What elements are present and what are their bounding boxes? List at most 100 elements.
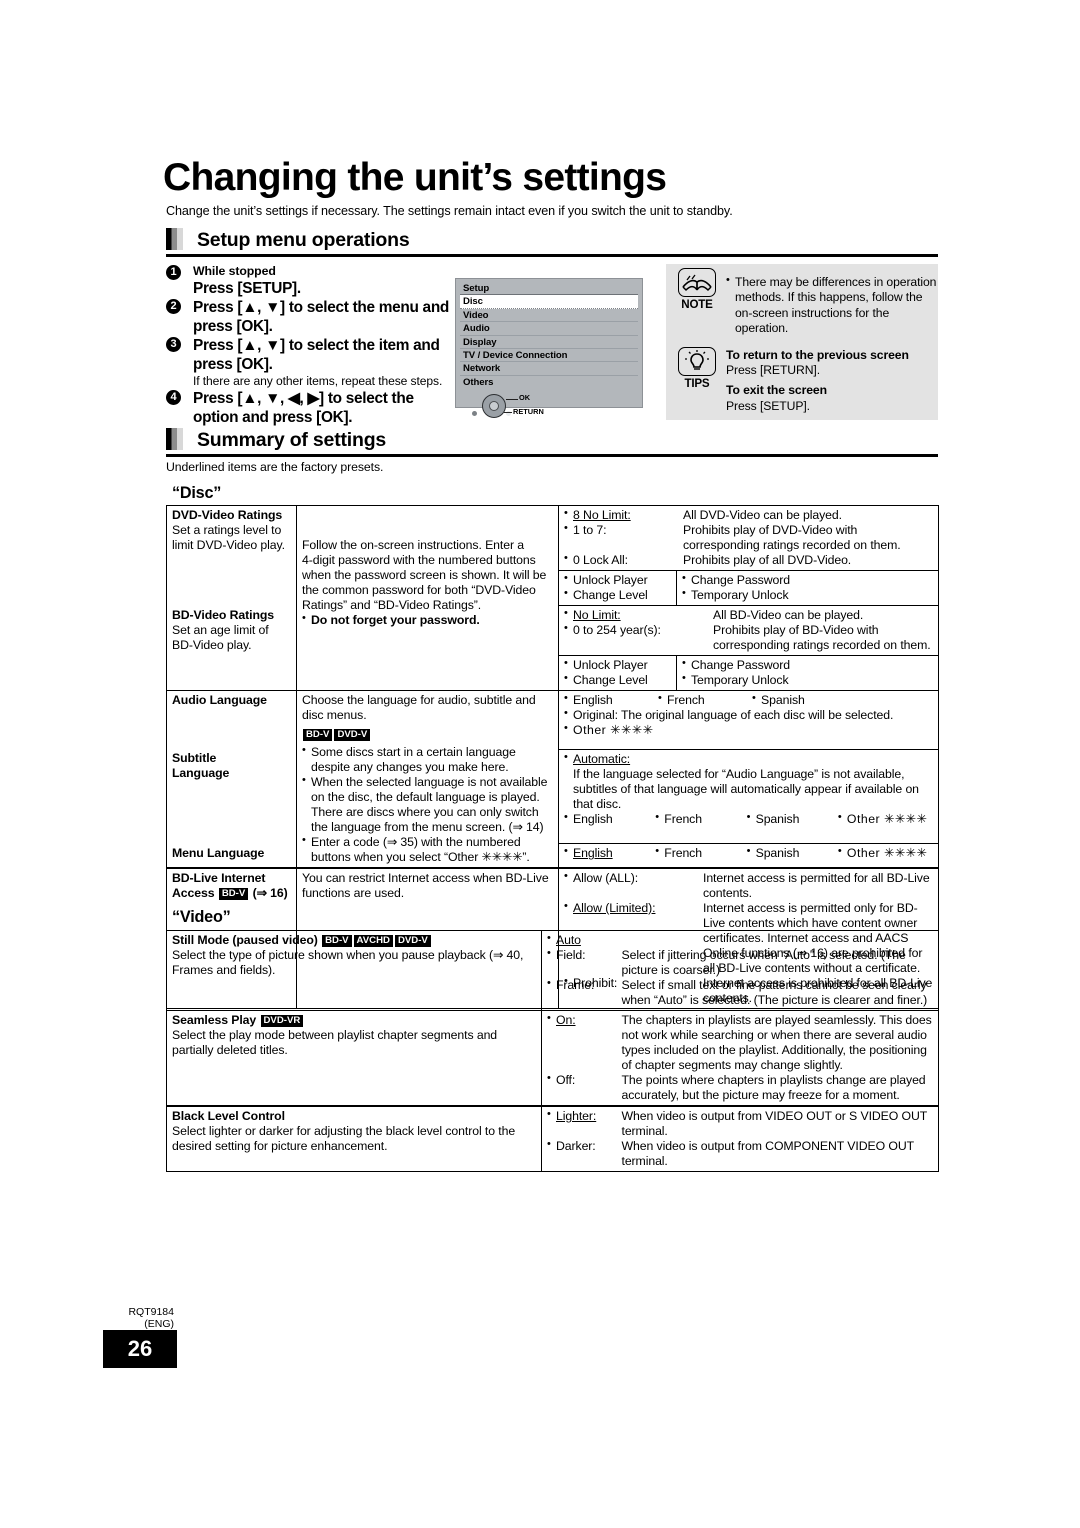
lightbulb-icon: [678, 346, 716, 376]
setting-options-cell: English French Spanish Other ✳✳✳✳: [557, 843, 940, 870]
setting-suboptions-cell: Unlock Player Change Level: [558, 570, 677, 606]
option-key[interactable]: English: [573, 846, 613, 860]
option-key[interactable]: Unlock Player: [564, 657, 672, 673]
dpad-return-label: RETURN: [513, 407, 544, 417]
option-value: All DVD-Video can be played.: [683, 508, 842, 522]
table-row: Black Level Control Select lighter or da…: [166, 1105, 939, 1172]
option-key[interactable]: Automatic:: [573, 752, 630, 766]
note-text: There may be differences in operation me…: [726, 274, 938, 337]
note-text-wrap: There may be differences in operation me…: [726, 270, 938, 337]
setting-options-cell: No Limit: All BD-Video can be played. 0 t…: [557, 605, 940, 656]
step-number: 3: [166, 337, 181, 353]
setting-name-cell: BD-Video Ratings Set an age limit of BD-…: [166, 605, 297, 691]
setting-desc: Choose the language for audio, subtitle …: [302, 693, 536, 722]
option-key[interactable]: Other ✳✳✳✳: [564, 722, 934, 738]
option-key[interactable]: Off:: [556, 1073, 575, 1087]
setup-menu-item-others[interactable]: Others: [460, 376, 638, 389]
tips-block: TIPS To return to the previous screen Pr…: [666, 343, 938, 415]
bd-v-badge-icon: BD-V: [322, 935, 352, 947]
setting-desc: Select the type of picture shown when yo…: [172, 948, 524, 977]
dpad-ok-label: OK: [519, 393, 531, 403]
option-key[interactable]: Unlock Player: [564, 572, 672, 588]
option-key[interactable]: Temporary Unlock: [682, 672, 934, 688]
option-key[interactable]: Lighter:: [556, 1109, 596, 1123]
bd-v-badge-icon: BD-V: [303, 729, 333, 741]
option-key[interactable]: 0 to 254 year(s):: [573, 623, 661, 637]
setup-menu-item-tv-device-connection[interactable]: TV / Device Connection: [460, 349, 638, 363]
shared-desc-line: the common password for both “DVD-Video: [302, 583, 536, 597]
manual-page: Changing the unit’s settings Change the …: [0, 0, 1080, 1528]
option-key[interactable]: Change Level: [564, 587, 672, 603]
option-key[interactable]: Darker:: [556, 1139, 596, 1153]
setting-name-cell: Audio Language: [166, 690, 297, 750]
setup-menu-item-video[interactable]: Video: [460, 309, 638, 323]
setup-screen-dpad-legend: OK RETURN: [460, 391, 638, 421]
note-block: NOTE There may be differences in operati…: [666, 264, 938, 337]
step-item: 3 Press [▲, ▼] to select the item and pr…: [166, 336, 456, 389]
setup-menu-item-network[interactable]: Network: [460, 362, 638, 376]
table-row: DVD-Video Ratings Set a ratings level to…: [166, 505, 940, 691]
setting-options-cell: English French Spanish Original: The ori…: [557, 690, 940, 750]
document-code-line2: (ENG): [144, 1318, 174, 1331]
tips-text-wrap: To return to the previous screen Press […: [726, 343, 938, 415]
setting-name: Still Mode (paused video): [172, 933, 318, 947]
shared-desc-line: when the password screen is shown. It wi…: [302, 568, 547, 582]
setting-suboptions-cell: Change Password Temporary Unlock: [676, 570, 940, 606]
heading-rule: [166, 254, 938, 257]
setting-name: Audio Language: [172, 693, 267, 707]
tips-caption: TIPS: [684, 376, 710, 390]
option-key[interactable]: On:: [556, 1013, 576, 1027]
setup-menu-item-disc[interactable]: Disc: [460, 295, 638, 309]
setup-menu-item-audio[interactable]: Audio: [460, 322, 638, 336]
setting-option-keys-cell: Lighter: Darker:: [541, 1105, 617, 1172]
option-key[interactable]: 8 No Limit:: [573, 508, 631, 522]
step-note: If there are any other items, repeat the…: [193, 374, 443, 389]
option-key[interactable]: Change Password: [682, 572, 934, 588]
page-reference: (⇒ 16): [252, 886, 288, 900]
option-key[interactable]: 0 Lock All:: [573, 553, 628, 567]
setup-steps-list: 1 While stopped Press [SETUP]. 2 Press […: [166, 264, 456, 427]
option-key[interactable]: Change Level: [564, 672, 672, 688]
tips-entry-heading: To return to the previous screen: [726, 347, 909, 362]
table-row: Still Mode (paused video) BD-V AVCHD DVD-V…: [166, 930, 939, 1011]
note-caption: NOTE: [681, 298, 713, 311]
setting-name-cell: Subtitle Language: [166, 749, 297, 844]
bd-v-badge-icon: BD-V: [218, 888, 249, 900]
setting-desc: Select lighter or darker for adjusting t…: [172, 1124, 516, 1153]
dvd-vr-badge-icon: DVD-VR: [260, 1015, 304, 1027]
setting-option-values-cell: The chapters in playlists are played sea…: [616, 1010, 939, 1107]
setup-screen-illustration: Setup Disc Video Audio Display TV / Devi…: [455, 278, 643, 419]
option-key[interactable]: Field:: [556, 948, 586, 962]
setting-bullet: When the selected language is not availa…: [302, 774, 554, 835]
option-value: When video is output from COMPONENT VIDE…: [621, 1139, 914, 1168]
heading-accent-bar: [166, 228, 183, 250]
section-heading-label: Summary of settings: [197, 429, 387, 451]
option-value: Prohibits play of all DVD-Video.: [683, 553, 852, 567]
setting-bullet: Some discs start in a certain language d…: [302, 744, 554, 775]
option-key[interactable]: 1 to 7:: [573, 523, 607, 537]
step-item: 4 Press [▲, ▼, ◀, ▶] to select the optio…: [166, 389, 456, 427]
section-heading-label: Setup menu operations: [197, 229, 410, 251]
step-condition: While stopped: [193, 264, 276, 278]
option-key[interactable]: Frame:: [556, 978, 594, 992]
option-key[interactable]: Allow (Limited):: [573, 901, 656, 915]
heading-rule: [166, 454, 938, 457]
option-key[interactable]: Allow (ALL):: [573, 871, 638, 885]
option-value: All BD-Video can be played.: [713, 608, 864, 622]
setting-shared-desc-cell: Follow the on-screen instructions. Enter…: [296, 505, 559, 691]
step-item: 1 While stopped Press [SETUP].: [166, 264, 456, 298]
option-key[interactable]: No Limit:: [573, 608, 621, 622]
option-key[interactable]: Auto: [556, 933, 581, 947]
return-leader-line: [504, 412, 512, 414]
setting-suboptions-cell: Unlock Player Change Level: [558, 655, 677, 691]
step-instruction: Press [SETUP].: [193, 280, 301, 297]
option-key[interactable]: Change Password: [682, 657, 934, 673]
table-row: Audio Language Choose the language for a…: [166, 690, 940, 869]
setup-menu-item-display[interactable]: Display: [460, 336, 638, 349]
setting-options-cell: Automatic: If the language selected for …: [557, 748, 940, 845]
setting-desc: Select the play mode between playlist ch…: [172, 1028, 498, 1057]
table-row: Seamless Play DVD-VR Select the play mod…: [166, 1010, 939, 1107]
tips-entry-body: Press [RETURN].: [726, 362, 820, 377]
option-key[interactable]: Temporary Unlock: [682, 587, 934, 603]
avchd-badge-icon: AVCHD: [353, 935, 393, 947]
